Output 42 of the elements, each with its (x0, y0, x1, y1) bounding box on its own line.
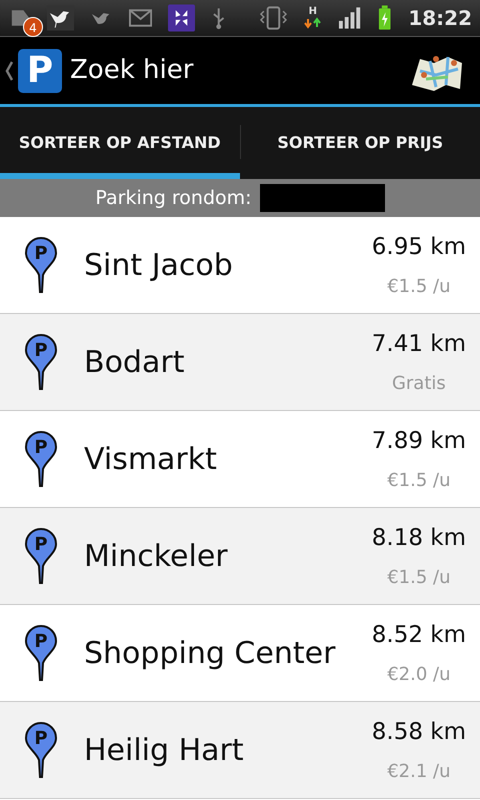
battery-icon (376, 5, 392, 31)
app-icon (168, 4, 196, 32)
parking-name: Heilig Hart (84, 732, 245, 770)
distance-text: 6.95 km (372, 233, 466, 262)
distance-text: 8.18 km (372, 524, 466, 554)
data-arrows-icon (304, 17, 322, 29)
usb-icon (211, 6, 227, 30)
network-type-label: H (308, 7, 317, 17)
pin-icon: P (24, 721, 58, 779)
vibrate-icon (258, 5, 288, 31)
signal-icon (338, 7, 361, 29)
pin-icon: P (24, 624, 58, 682)
distance-text: 7.41 km (372, 330, 466, 360)
price-text: Gratis (392, 372, 446, 396)
price-text: €2.0 /u (387, 662, 451, 687)
parking-name: Sint Jacob (84, 246, 234, 284)
parking-row[interactable]: P Heilig Hart 8.58 km €2.1 /u (0, 702, 480, 799)
parking-name: Bodart (84, 344, 186, 382)
price-text: €1.5 /u (387, 274, 451, 299)
app-logo[interactable]: P (18, 48, 62, 92)
pin-icon: P (24, 430, 58, 488)
price-text: €2.1 /u (387, 760, 451, 784)
screen-title: Zoek hier (70, 54, 194, 87)
pin-icon: P (24, 333, 58, 391)
parking-name: Shopping Center (84, 634, 336, 672)
distance-text: 8.58 km (372, 718, 466, 748)
mail-icon (129, 9, 152, 27)
back-caret-icon (4, 60, 14, 82)
distance-text: 7.89 km (372, 427, 466, 456)
notification-badge: 4 (23, 17, 43, 37)
price-text: €1.5 /u (387, 468, 451, 493)
parking-name: Minckeler (84, 538, 229, 576)
parking-row[interactable]: P Bodart 7.41 km Gratis (0, 314, 480, 411)
clock-time: 18:22 (408, 5, 472, 32)
sort-tab[interactable]: SORTEER OP PRIJS (240, 107, 480, 179)
parking-name: Vismarkt (84, 440, 218, 478)
parking-row[interactable]: P Minckeler 8.18 km €1.5 /u (0, 508, 480, 605)
location-label: Parking rondom: (95, 186, 252, 211)
pin-icon: P (24, 527, 58, 585)
distance-text: 8.52 km (372, 621, 466, 650)
price-text: €1.5 /u (387, 566, 451, 590)
pin-icon: P (24, 236, 58, 294)
